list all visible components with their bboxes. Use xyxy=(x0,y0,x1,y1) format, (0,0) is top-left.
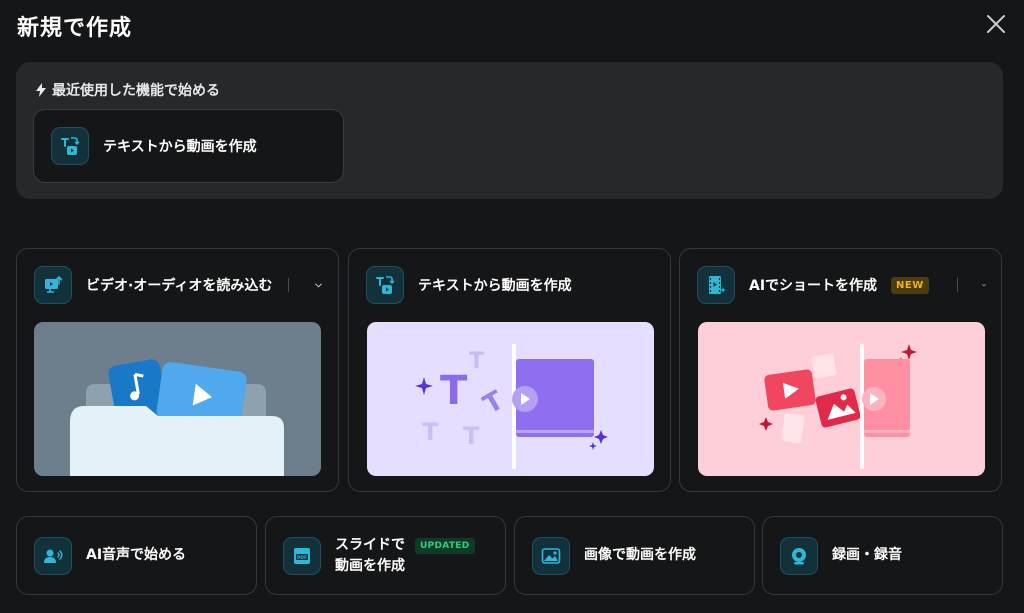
recent-item-label: テキストから動画を作成 xyxy=(103,139,257,155)
shortcut-slide-label-line1: スライドで xyxy=(335,536,405,553)
import-media-preview xyxy=(34,322,321,476)
recent-heading: 最近使用した機能で始める xyxy=(36,80,220,100)
card-import-media[interactable]: ビデオ·オーディオを読み込む xyxy=(16,248,339,492)
recent-item-text-to-video[interactable]: テキストから動画を作成 xyxy=(33,109,344,183)
chevron-down-icon[interactable] xyxy=(981,276,987,294)
shortcut-slide-to-video-label: スライドで 動画を作成 xyxy=(335,535,405,577)
card-text-to-video-label: テキストから動画を作成 xyxy=(418,278,572,294)
lightning-icon xyxy=(36,83,46,97)
image-to-video-icon xyxy=(532,536,570,575)
text-to-video-icon xyxy=(366,266,404,304)
ai-voice-icon xyxy=(34,536,72,575)
text-to-video-preview: T T T T T xyxy=(367,322,654,476)
svg-text:T: T xyxy=(440,368,468,414)
shortcut-screen-record-label: 録画・録音 xyxy=(832,547,902,563)
text-to-video-icon xyxy=(51,127,89,165)
shortcut-slide-to-video[interactable]: PDF スライドで 動画を作成 UPDATED xyxy=(265,516,506,595)
shortcut-image-to-video[interactable]: 画像で動画を作成 xyxy=(514,516,755,595)
card-text-to-video[interactable]: テキストから動画を作成 T T T T T xyxy=(348,248,671,492)
updated-badge: UPDATED xyxy=(415,537,475,554)
svg-text:PDF: PDF xyxy=(297,555,307,561)
svg-text:T: T xyxy=(469,349,484,374)
ai-shorts-icon xyxy=(697,266,735,304)
close-icon xyxy=(987,15,1005,33)
shortcut-ai-voice[interactable]: AI音声で始める xyxy=(16,516,257,595)
import-media-icon xyxy=(34,266,72,304)
shortcut-screen-record[interactable]: 録画・録音 xyxy=(762,516,1003,595)
pdf-slide-icon: PDF xyxy=(283,536,321,575)
new-badge: NEW xyxy=(891,276,929,294)
shortcut-ai-voice-label: AI音声で始める xyxy=(86,547,187,563)
svg-text:T: T xyxy=(463,422,480,450)
ai-shorts-preview xyxy=(698,322,985,476)
recent-section: 最近使用した機能で始める テキストから動画を作成 xyxy=(16,62,1003,199)
recent-heading-label: 最近使用した機能で始める xyxy=(52,83,220,99)
card-ai-shorts[interactable]: AIでショートを作成 NEW xyxy=(679,248,1002,492)
webcam-record-icon xyxy=(780,536,818,575)
shortcut-image-to-video-label: 画像で動画を作成 xyxy=(584,547,696,563)
svg-text:T: T xyxy=(422,418,439,446)
close-button[interactable] xyxy=(984,12,1008,36)
chevron-down-icon[interactable] xyxy=(313,276,324,294)
create-new-dialog: 新規で作成 最近使用した機能で始める テキストから動画を作成 ビデオ·オーディオ… xyxy=(0,0,1024,613)
divider xyxy=(288,278,289,292)
card-ai-shorts-label: AIでショートを作成 xyxy=(749,278,878,294)
dialog-title: 新規で作成 xyxy=(17,16,133,41)
shortcut-slide-label-line2: 動画を作成 xyxy=(335,557,405,574)
card-import-media-label: ビデオ·オーディオを読み込む xyxy=(86,278,273,294)
